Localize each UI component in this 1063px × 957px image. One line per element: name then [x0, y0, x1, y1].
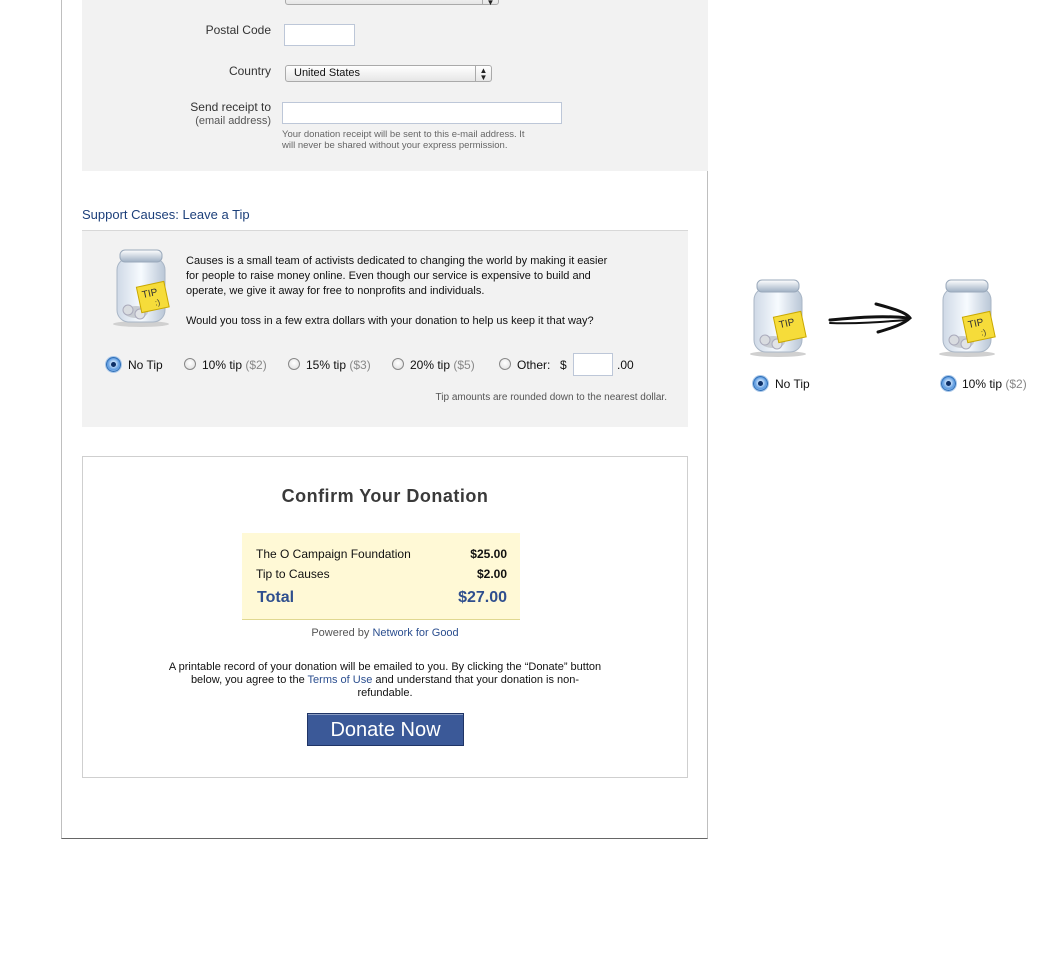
donate-now-button[interactable]: Donate Now	[307, 713, 464, 746]
network-for-good-link[interactable]: Network for Good	[372, 627, 458, 639]
option-amount: ($2)	[245, 358, 267, 372]
postal-code-label: Postal Code	[205, 23, 271, 37]
receipt-sublabel: (email address)	[195, 115, 271, 127]
tip-jar-icon: TIP :)	[113, 249, 170, 327]
tip-description: Causes is a small team of activists dedi…	[186, 254, 666, 299]
option-amount: ($5)	[453, 358, 475, 372]
country-select[interactable]: United States ▲ ▼	[285, 65, 492, 82]
confirm-title: Confirm Your Donation	[281, 486, 489, 506]
tip-section-heading: Support Causes: Leave a Tip	[82, 207, 250, 222]
option-amount: ($2)	[1005, 377, 1027, 391]
legal-line: below, you agree to the Terms of Use and…	[130, 674, 640, 687]
tip-jar-icon: TIP :)	[939, 279, 996, 357]
legal-line: refundable.	[357, 687, 413, 699]
arrow-right-icon	[828, 302, 912, 334]
currency-symbol: $	[560, 358, 567, 372]
radio-20-tip[interactable]	[392, 358, 404, 370]
option-label: 10% tip	[962, 377, 1003, 391]
tip-description-line: for people to raise money online. Even t…	[186, 270, 591, 282]
summary-row-value: $25.00	[470, 547, 507, 561]
option-15-tip: 15% tip ($3)	[306, 358, 371, 372]
receipt-hint-line: will never be shared without your expres…	[282, 140, 508, 151]
country-label: Country	[228, 64, 271, 78]
option-label: 15% tip	[306, 358, 347, 372]
total-value: $27.00	[458, 589, 507, 606]
receipt-hint: Your donation receipt will be sent to th…	[282, 129, 582, 151]
option-10-tip: 10% tip ($2)	[202, 358, 267, 372]
radio-no-tip-example	[753, 376, 768, 391]
legal-text: A printable record of your donation will…	[130, 661, 640, 700]
example-after-label: 10% tip ($2)	[962, 377, 1027, 391]
legal-line: A printable record of your donation will…	[168, 661, 602, 673]
tip-jar-icon: TIP	[750, 279, 807, 357]
country-select-value: United States	[294, 67, 361, 79]
total-label: Total	[257, 589, 295, 606]
tip-description-line: operate, we give it away for free to non…	[186, 285, 485, 297]
other-tip-input[interactable]	[573, 353, 613, 376]
state-select[interactable]: ▲▼	[285, 0, 499, 7]
receipt-hint-line: Your donation receipt will be sent to th…	[282, 129, 525, 140]
powered-by: Powered by Network for Good	[82, 627, 688, 639]
powered-prefix: Powered by	[311, 627, 370, 639]
example-before-label: No Tip	[775, 377, 810, 391]
option-label: 20% tip	[410, 358, 451, 372]
option-amount: ($3)	[349, 358, 371, 372]
option-20-tip: 20% tip ($5)	[410, 358, 475, 372]
receipt-label: Send receipt to	[190, 100, 271, 114]
postal-code-input[interactable]	[284, 24, 355, 46]
option-label: Other:	[517, 358, 551, 372]
select-arrows-icon: ▲▼	[482, 0, 498, 7]
radio-15-tip[interactable]	[288, 358, 300, 370]
legal-suffix: and understand that your donation is non…	[375, 674, 580, 686]
option-label: 10% tip	[202, 358, 243, 372]
option-label: No Tip	[128, 358, 163, 372]
cents-suffix: .00	[617, 358, 634, 372]
tip-description-line: Causes is a small team of activists dedi…	[186, 255, 608, 267]
email-field[interactable]	[282, 102, 562, 124]
rounding-note: Tip amounts are rounded down to the near…	[435, 392, 667, 403]
radio-10-tip[interactable]	[184, 358, 196, 370]
terms-of-use-link[interactable]: Terms of Use	[308, 674, 373, 686]
radio-other-tip[interactable]	[499, 358, 511, 370]
summary-row-value: $2.00	[476, 567, 507, 581]
radio-no-tip[interactable]	[106, 357, 121, 372]
legal-prefix: below, you agree to the	[190, 674, 305, 686]
radio-10-tip-example	[941, 376, 956, 391]
tip-question: Would you toss in a few extra dollars wi…	[186, 315, 594, 327]
summary-row-label: The O Campaign Foundation	[256, 547, 411, 561]
summary-row-label: Tip to Causes	[256, 567, 330, 581]
select-arrows-icon: ▲▼	[475, 66, 491, 82]
